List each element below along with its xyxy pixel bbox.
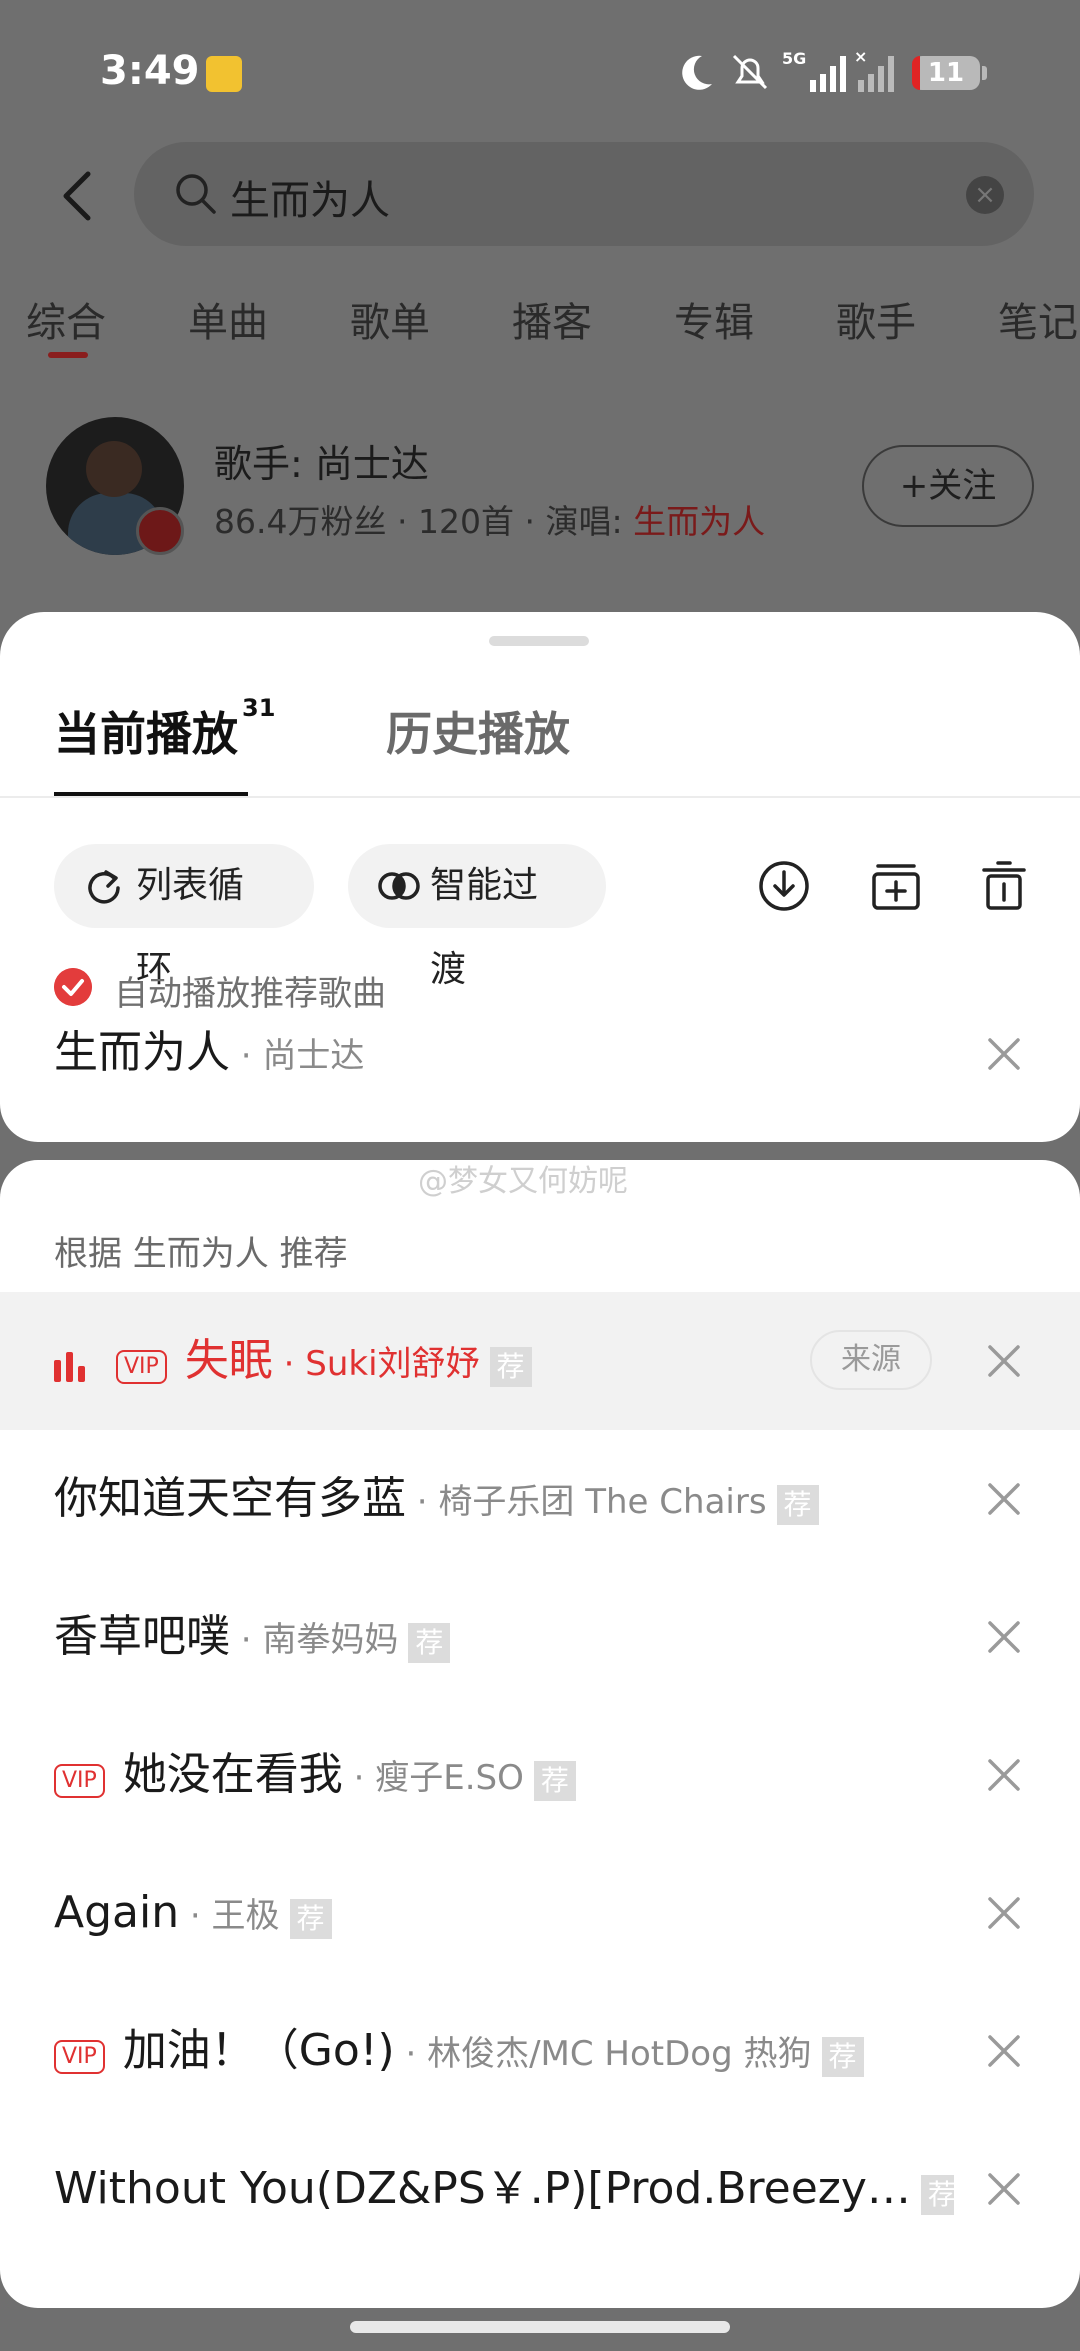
watermark: @梦女又何妨呢 <box>418 1164 628 1199</box>
crossfade-icon <box>378 872 420 900</box>
vip-badge: VIP <box>54 1763 105 1798</box>
repeat-icon <box>88 870 120 904</box>
song-artist: 林俊杰/MC HotDog 热狗 <box>427 2034 812 2074</box>
tab-current-playing[interactable]: 当前播放 31 <box>54 694 275 764</box>
tab-history[interactable]: 历史播放 <box>386 698 570 764</box>
list-item[interactable]: VIP 加油！（Go!) · 林俊杰/MC HotDog 热狗荐 <box>0 1982 1080 2120</box>
song-title: 你知道天空有多蓝 <box>54 1473 406 1524</box>
current-song-title: 生而为人 <box>54 1027 230 1078</box>
vip-badge: VIP <box>54 2039 105 2074</box>
song-artist: 椅子乐团 The Chairs <box>438 1482 767 1522</box>
song-artist: Suki刘舒妤 <box>305 1344 480 1384</box>
song-title: Without You(DZ&PS￥.P)[Prod.Breezy… <box>54 2163 911 2214</box>
now-playing-bars-icon <box>54 1351 88 1382</box>
current-song-row[interactable]: 生而为人 · 尚士达 <box>54 1016 1014 1096</box>
tab-artists[interactable]: 歌手 <box>836 290 916 348</box>
remove-song-icon[interactable] <box>984 1893 1024 1933</box>
checkmark-icon <box>54 968 92 1006</box>
loop-mode-button[interactable]: 列表循环 <box>54 844 314 990</box>
artist-fans: 86.4万粉丝 <box>214 502 387 541</box>
remove-song-icon[interactable] <box>984 1034 1024 1074</box>
recommended-tag: 荐 <box>408 1622 451 1663</box>
notification-app-icon <box>206 56 242 92</box>
remove-song-icon[interactable] <box>984 1617 1024 1657</box>
remove-song-icon[interactable] <box>984 1341 1024 1381</box>
smart-transition-label: 智能过渡 <box>430 865 539 990</box>
smart-transition-button[interactable]: 智能过渡 <box>348 844 606 990</box>
recommended-tag: 荐 <box>776 1484 819 1525</box>
add-to-playlist-icon[interactable] <box>868 858 924 914</box>
artist-card[interactable]: 歌手: 尚士达 86.4万粉丝 · 120首 · 演唱: 生而为人 +关注 <box>0 415 1080 565</box>
signal-5g-icon: 5G <box>782 49 846 92</box>
list-item[interactable]: 香草吧噗 · 南拳妈妈荐 <box>0 1568 1080 1706</box>
recommendation-heading: 根据 生而为人 推荐 <box>54 1234 348 1274</box>
auto-play-label: 自动播放推荐歌曲 <box>114 974 386 1014</box>
recommendation-panel: 根据 生而为人 推荐 VIP 失眠 · Suki刘舒妤荐 来源 你知道天空有多蓝 … <box>0 1160 1080 2308</box>
recommended-tag: 荐 <box>489 1346 532 1387</box>
clear-search-icon[interactable]: × <box>966 176 1004 214</box>
artist-song-count: 120首 <box>417 502 514 541</box>
active-tab-indicator <box>48 352 88 358</box>
artist-sung-label: 演唱: <box>545 502 623 541</box>
drag-handle[interactable] <box>489 636 589 646</box>
remove-song-icon[interactable] <box>984 2031 1024 2071</box>
tab-notes[interactable]: 笔记 <box>998 290 1078 348</box>
artist-name: 歌手: 尚士达 <box>214 442 429 486</box>
tab-all[interactable]: 综合 <box>26 290 106 348</box>
tab-current-label: 当前播放 <box>54 707 238 761</box>
list-item[interactable]: Without You(DZ&PS￥.P)[Prod.Breezy… 荐 <box>0 2120 1080 2258</box>
tab-albums[interactable]: 专辑 <box>674 290 754 348</box>
tab-playlists[interactable]: 歌单 <box>350 290 430 348</box>
artist-meta: 86.4万粉丝 · 120首 · 演唱: 生而为人 <box>214 502 766 541</box>
source-button[interactable]: 来源 <box>810 1330 932 1390</box>
search-row: 生而为人 × <box>0 142 1080 252</box>
song-title: Again <box>54 1887 180 1938</box>
tab-songs[interactable]: 单曲 <box>188 290 268 348</box>
song-title: 加油！（Go!) <box>122 2025 395 2076</box>
vip-badge: VIP <box>116 1349 167 1384</box>
recommended-tag: 荐 <box>821 2036 864 2077</box>
bell-muted-icon <box>732 54 768 90</box>
status-bar: 3:49 5G × 11 <box>0 42 1080 106</box>
artist-sung-song: 生而为人 <box>633 502 766 541</box>
svg-text:×: × <box>854 48 867 66</box>
current-song-artist: 尚士达 <box>262 1036 365 1076</box>
home-indicator[interactable] <box>350 2321 730 2333</box>
network-label: 5G <box>782 49 806 68</box>
queue-count: 31 <box>242 693 276 722</box>
back-arrow-icon[interactable] <box>50 166 110 226</box>
remove-song-icon[interactable] <box>984 1479 1024 1519</box>
follow-button[interactable]: +关注 <box>862 445 1034 527</box>
battery-indicator: 11 <box>912 56 987 90</box>
list-item[interactable]: 你知道天空有多蓝 · 椅子乐团 The Chairs 荐 <box>0 1430 1080 1568</box>
song-artist: 瘦子E.SO <box>375 1758 524 1798</box>
song-title: 香草吧噗 <box>54 1611 230 1662</box>
song-title: 她没在看我 <box>122 1749 343 1800</box>
search-query-text: 生而为人 <box>230 178 390 224</box>
song-artist: 南拳妈妈 <box>262 1620 399 1660</box>
recommended-tag: 荐 <box>289 1898 332 1939</box>
music-badge-icon <box>136 507 184 555</box>
list-item[interactable]: VIP 失眠 · Suki刘舒妤荐 来源 <box>0 1292 1080 1430</box>
remove-song-icon[interactable] <box>984 2169 1024 2209</box>
song-artist: 王极 <box>211 1896 280 1936</box>
playlist-sheet: 当前播放 31 历史播放 列表循环 智能过渡 自动播放推荐歌曲 生而为人 · 尚士… <box>0 612 1080 1142</box>
signal-sim2-icon: × <box>854 48 894 92</box>
search-input[interactable]: 生而为人 × <box>134 142 1034 246</box>
list-item[interactable]: Again · 王极荐 <box>0 1844 1080 1982</box>
tab-podcasts[interactable]: 播客 <box>512 290 592 348</box>
list-item[interactable]: VIP 她没在看我 · 瘦子E.SO 荐 <box>0 1706 1080 1844</box>
trash-icon[interactable] <box>976 858 1032 914</box>
status-time: 3:49 <box>100 48 200 94</box>
download-icon[interactable] <box>756 858 812 914</box>
search-category-tabs: 综合 单曲 歌单 播客 专辑 歌手 笔记 <box>0 290 1080 360</box>
moon-icon <box>682 55 712 90</box>
remove-song-icon[interactable] <box>984 1755 1024 1795</box>
recommended-tag: 荐 <box>920 2174 954 2215</box>
song-title: 失眠 <box>184 1335 273 1386</box>
recommended-tag: 荐 <box>533 1760 576 1801</box>
divider <box>0 796 1080 798</box>
search-icon <box>176 174 216 214</box>
